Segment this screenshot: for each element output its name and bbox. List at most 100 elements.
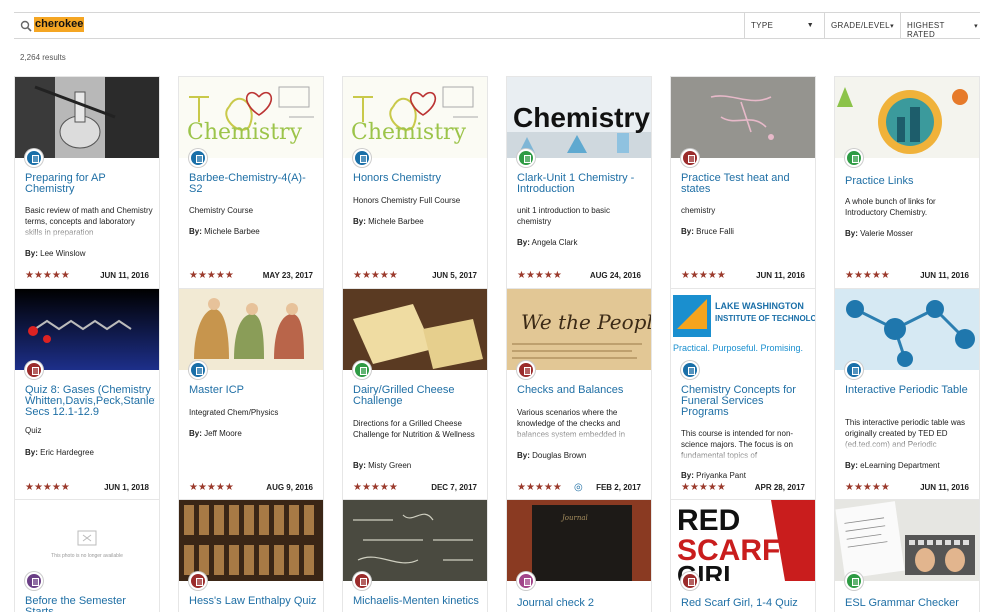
card-title[interactable]: Red Scarf Girl, 1-4 Quiz	[681, 598, 811, 609]
card-author: By: Angela Clark	[517, 238, 578, 247]
star-rating: ★★★★★	[517, 270, 562, 281]
card-title[interactable]: Before the Semester Starts	[25, 596, 155, 612]
card-thumbnail: This photo is no longer available	[15, 500, 159, 581]
card-author: By: eLearning Department	[845, 461, 940, 470]
star-rating: ★★★★★	[189, 270, 234, 281]
resource-card[interactable]: Master ICP Integrated Chem/Physics By: J…	[178, 288, 324, 499]
resource-card[interactable]: We the People Checks and Balances Variou…	[506, 288, 652, 499]
standards-aligned-icon: ◎	[574, 482, 583, 493]
card-title[interactable]: ESL Grammar Checker	[845, 598, 975, 609]
assessment-type-icon	[189, 572, 207, 590]
sort-dropdown[interactable]: HIGHEST RATED ▾	[900, 13, 980, 39]
card-title[interactable]: Barbee-Chemistry-4(A)-S2	[189, 173, 319, 195]
card-author: By: Eric Hardegree	[25, 448, 94, 457]
assessment-type-icon	[353, 572, 371, 590]
card-author: By: Bruce Falli	[681, 227, 734, 236]
course-type-icon	[189, 149, 207, 167]
card-date: FEB 2, 2017	[596, 483, 641, 492]
card-title[interactable]: Journal check 2	[517, 598, 647, 609]
card-date: MAY 23, 2017	[262, 271, 313, 280]
resource-card[interactable]: RED SCARF GIRL Red Scarf Girl, 1-4 Quiz	[670, 499, 816, 612]
course-type-icon	[25, 149, 43, 167]
card-title[interactable]: Chemistry Concepts for Funeral Services …	[681, 385, 811, 418]
card-description: A whole bunch of links for Introductory …	[845, 197, 936, 217]
card-author: By: Michele Barbee	[353, 217, 424, 226]
card-title[interactable]: Clark-Unit 1 Chemistry - Introduction	[517, 173, 647, 195]
card-title[interactable]: Practice Test heat and states	[681, 173, 811, 195]
svg-text:Practical. Purposeful. Promisi: Practical. Purposeful. Promising.	[673, 343, 803, 353]
course-type-icon	[189, 361, 207, 379]
search-icon[interactable]	[20, 20, 32, 32]
resource-type-icon	[845, 149, 863, 167]
discussion-type-icon	[25, 572, 43, 590]
card-thumbnail: RED SCARF GIRL	[671, 500, 815, 581]
grade-filter-label: GRADE/LEVEL	[831, 21, 890, 30]
card-title[interactable]: Practice Links	[845, 176, 975, 187]
resource-card[interactable]: Chemistry Barbee-Chemistry-4(A)-S2 Chemi…	[178, 76, 324, 288]
broken-image-icon	[77, 530, 97, 546]
course-type-icon	[681, 361, 699, 379]
resource-card[interactable]: ESL Grammar Checker	[834, 499, 980, 612]
resource-card[interactable]: LAKE WASHINGTON INSTITUTE OF TECHNOLOGY …	[670, 288, 816, 499]
card-thumbnail	[179, 289, 323, 370]
assessment-type-icon	[681, 572, 699, 590]
resource-type-icon	[353, 361, 371, 379]
resource-card[interactable]: Dairy/Grilled Cheese Challenge Direction…	[342, 288, 488, 499]
star-rating: ★★★★★	[189, 482, 234, 493]
card-thumbnail	[15, 289, 159, 370]
resource-card[interactable]: Michaelis-Menten kinetics	[342, 499, 488, 612]
star-rating: ★★★★★	[25, 482, 70, 493]
card-date: JUN 11, 2016	[100, 271, 149, 280]
resource-card[interactable]: Chemistry Honors Chemistry Honors Chemis…	[342, 76, 488, 288]
svg-text:RED: RED	[677, 504, 740, 537]
card-title[interactable]: Michaelis-Menten kinetics	[353, 596, 483, 607]
card-thumbnail	[179, 500, 323, 581]
card-title[interactable]: Honors Chemistry	[353, 173, 483, 184]
card-thumbnail: Chemistry	[507, 77, 651, 158]
svg-text:Chemistry: Chemistry	[513, 102, 650, 133]
resource-card[interactable]: Chemistry Clark-Unit 1 Chemistry - Intro…	[506, 76, 652, 288]
card-description: Honors Chemistry Full Course	[353, 196, 461, 205]
resource-card[interactable]: Hess's Law Enthalpy Quiz	[178, 499, 324, 612]
card-thumbnail: Journal	[507, 500, 651, 581]
resource-card[interactable]: Practice Test heat and states chemistry …	[670, 76, 816, 288]
card-title[interactable]: Hess's Law Enthalpy Quiz	[189, 596, 319, 607]
card-thumbnail	[835, 289, 979, 370]
card-description: Chemistry Course	[189, 206, 254, 215]
course-type-icon	[353, 149, 371, 167]
card-description: Directions for a Grilled Cheese Challeng…	[353, 419, 475, 439]
card-thumbnail: We the People	[507, 289, 651, 370]
card-date: JUN 11, 2016	[756, 271, 805, 280]
svg-text:INSTITUTE OF TECHNOLOGY: INSTITUTE OF TECHNOLOGY	[715, 314, 815, 323]
card-thumbnail: Chemistry	[343, 77, 487, 158]
svg-text:LAKE WASHINGTON: LAKE WASHINGTON	[715, 301, 804, 311]
card-date: AUG 9, 2016	[266, 483, 313, 492]
resource-card[interactable]: Practice Links A whole bunch of links fo…	[834, 76, 980, 288]
card-date: AUG 24, 2016	[589, 271, 641, 280]
card-thumbnail	[835, 500, 979, 581]
card-thumbnail: LAKE WASHINGTON INSTITUTE OF TECHNOLOGY …	[671, 289, 815, 370]
resource-card[interactable]: Preparing for AP Chemistry Basic review …	[14, 76, 160, 288]
resource-card[interactable]: Quiz 8: Gases (Chemistry Whitten,Davis,P…	[14, 288, 160, 499]
svg-text:Chemistry: Chemistry	[351, 120, 467, 145]
sort-label: HIGHEST RATED	[907, 21, 945, 39]
card-title[interactable]: Preparing for AP Chemistry	[25, 173, 155, 195]
grade-filter-dropdown[interactable]: GRADE/LEVEL ▾	[824, 13, 900, 38]
resource-card[interactable]: Journal Journal check 2	[506, 499, 652, 612]
card-description: unit 1 introduction to basic chemistry	[517, 206, 610, 226]
resource-card[interactable]: Interactive Periodic Table This interact…	[834, 288, 980, 499]
star-rating: ★★★★★	[681, 270, 726, 281]
card-title[interactable]: Master ICP	[189, 385, 319, 396]
course-type-icon	[845, 361, 863, 379]
search-input[interactable]: cherokee	[34, 17, 85, 32]
card-title[interactable]: Dairy/Grilled Cheese Challenge	[353, 385, 483, 407]
type-filter-dropdown[interactable]: TYPE ▼	[744, 13, 820, 38]
card-date: DEC 7, 2017	[431, 483, 477, 492]
card-title[interactable]: Interactive Periodic Table	[845, 385, 975, 396]
card-title[interactable]: Quiz 8: Gases (Chemistry Whitten,Davis,P…	[25, 385, 155, 418]
card-title[interactable]: Checks and Balances	[517, 385, 647, 396]
star-rating: ★★★★★	[681, 482, 726, 493]
resource-card[interactable]: This photo is no longer available Before…	[14, 499, 160, 612]
card-description: Quiz	[25, 426, 42, 435]
card-thumbnail	[343, 289, 487, 370]
